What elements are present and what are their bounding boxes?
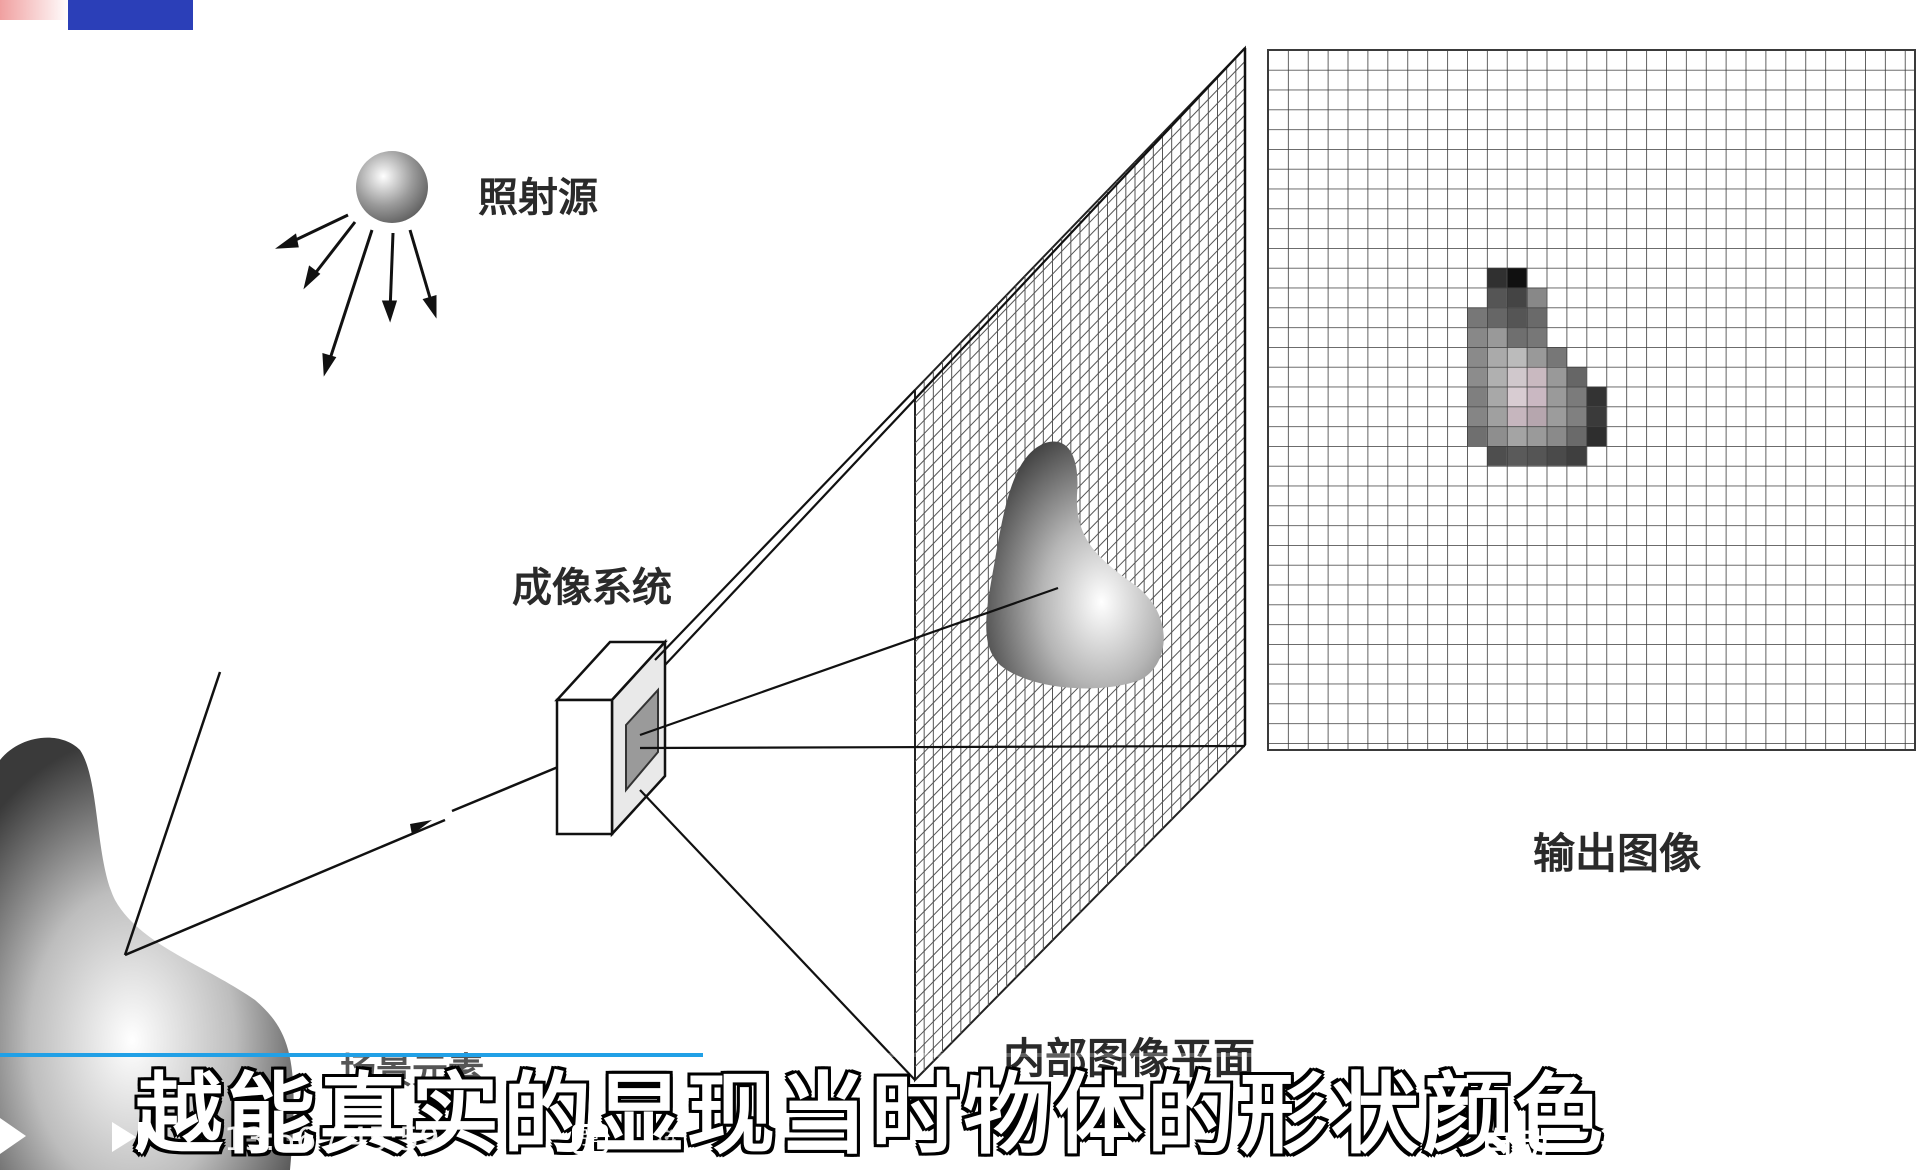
output-image-label: 输出图像 xyxy=(1533,829,1702,878)
video-frame[interactable]: 照射源 成像系统 输出图像 内部图像平面 场景元素 越能真实的显现当时物体的形状… xyxy=(0,0,1929,1170)
time-total: 45:59 xyxy=(347,1120,440,1158)
illumination-source-label: 照射源 xyxy=(478,174,598,221)
imaging-system xyxy=(554,638,668,838)
logo-fragment-blue xyxy=(68,0,193,30)
time-current: 13:56 xyxy=(224,1120,317,1158)
time-display: 13:56 / 45:59 xyxy=(224,1120,440,1158)
output-image-grid xyxy=(1267,49,1916,751)
progress-bar-fill xyxy=(0,1053,703,1057)
player-controls: 13:56 / 45:59 弹 ⚙ 自动 选集 倍速 字 xyxy=(0,1100,1929,1170)
scene-rays xyxy=(123,671,559,957)
playback-speed-button[interactable]: 倍速 xyxy=(1733,1118,1801,1167)
logo-fragment xyxy=(0,0,70,20)
progress-bar[interactable] xyxy=(0,1053,1929,1057)
play-icon[interactable] xyxy=(0,1118,26,1154)
illumination-source xyxy=(275,151,437,377)
time-separator: / xyxy=(326,1120,338,1158)
imaging-system-label: 成像系统 xyxy=(512,564,672,611)
next-episode-icon[interactable] xyxy=(110,1120,146,1154)
episode-select-button[interactable]: 选集 xyxy=(1600,1118,1668,1167)
imaging-diagram xyxy=(0,0,1916,1170)
auto-quality-button[interactable]: 自动 xyxy=(1480,1118,1548,1167)
danmaku-settings-icon[interactable]: ⚙ xyxy=(655,1124,678,1154)
inner-image-plane xyxy=(914,45,1247,1083)
danmaku-toggle-icon[interactable]: 弹 xyxy=(572,1124,608,1154)
subtitle-toggle-icon[interactable]: 字 xyxy=(1873,1118,1923,1158)
